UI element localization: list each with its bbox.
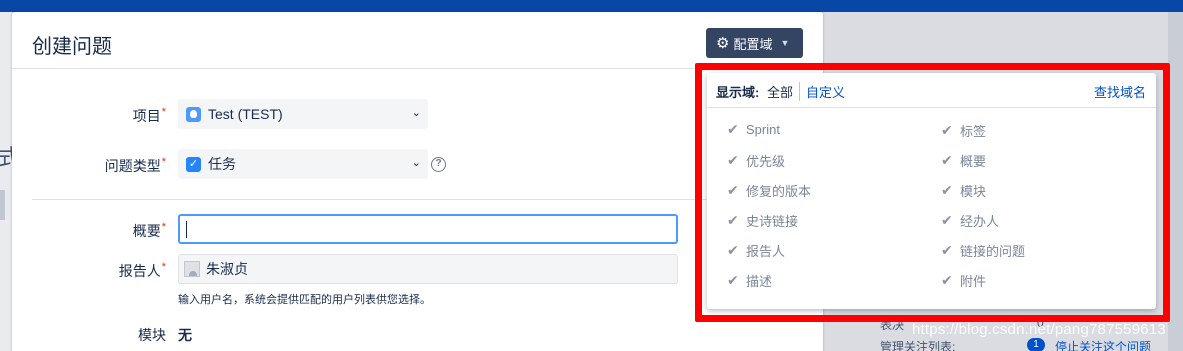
checkmark-icon: ✔: [941, 212, 953, 228]
checkmark-icon: ✔: [727, 212, 739, 228]
text-cursor: [186, 221, 187, 238]
required-mark: *: [161, 261, 166, 273]
field-checkbox-attachment[interactable]: ✔ 附件: [941, 271, 986, 290]
field-checkbox-description[interactable]: ✔ 描述: [727, 271, 772, 290]
field-checkbox-label: 描述: [746, 274, 773, 289]
dialog-title: 创建问题: [32, 36, 112, 58]
field-checkbox-label: 模块: [960, 184, 987, 199]
background-scroll-strip: [1168, 12, 1183, 351]
issue-type-select[interactable]: ✓ 任务 ⌄: [178, 149, 428, 179]
chevron-down-icon: ⌄: [411, 157, 421, 169]
project-select[interactable]: Test (TEST) ⌄: [178, 99, 428, 129]
field-checkbox-label: 史诗链接: [746, 214, 799, 229]
chevron-down-icon: ▼: [780, 38, 790, 48]
project-select-value: Test (TEST): [208, 106, 283, 122]
field-checkbox-label: 标签: [960, 124, 987, 139]
summary-input[interactable]: [178, 214, 678, 244]
checkmark-icon: ✔: [727, 182, 739, 198]
field-checkbox-label: 报告人: [746, 244, 786, 259]
field-checkbox-label: 概要: [960, 154, 987, 169]
popup-header: 显示域: 全部 自定义 查找域名: [707, 73, 1156, 108]
reporter-label: 报告人*: [46, 261, 166, 281]
required-mark: *: [161, 106, 166, 118]
checkmark-icon: ✔: [941, 152, 953, 168]
form-divider: [32, 199, 803, 200]
project-avatar-icon: [186, 106, 201, 122]
help-icon[interactable]: ?: [431, 157, 446, 172]
reporter-label-text: 报告人: [118, 263, 161, 279]
background-left-panel: 式: [0, 12, 20, 351]
required-mark: *: [161, 156, 166, 168]
checkmark-icon: ✔: [727, 121, 739, 137]
required-mark: *: [161, 221, 166, 233]
configure-fields-button[interactable]: ⚙ 配置域 ▼: [706, 28, 803, 58]
component-value: 无: [178, 327, 192, 343]
issue-type-select-value: 任务: [208, 156, 236, 172]
checkmark-icon: ✔: [727, 272, 739, 288]
field-checkbox-component[interactable]: ✔ 模块: [941, 181, 986, 200]
create-issue-dialog: 创建问题 ⚙ 配置域 ▼ 项目* Test (TEST) ⌄ 问题类型* ✓ 任…: [12, 12, 823, 351]
field-checkbox-label: 附件: [960, 274, 987, 289]
field-checkbox-linked-issues[interactable]: ✔ 链接的问题: [941, 241, 1025, 260]
chevron-down-icon: ⌄: [411, 107, 421, 119]
field-checkbox-labels[interactable]: ✔ 标签: [941, 121, 986, 140]
project-label-text: 项目: [132, 108, 161, 124]
field-checkbox-assignee[interactable]: ✔ 经办人: [941, 211, 999, 230]
show-all-option[interactable]: 全部: [767, 82, 801, 101]
reporter-hint: 输入用户名，系统会提供匹配的用户列表供您选择。: [178, 294, 431, 306]
field-checkbox-reporter[interactable]: ✔ 报告人: [727, 241, 785, 260]
custom-option-link[interactable]: 自定义: [806, 82, 845, 101]
checkmark-icon: ✔: [941, 182, 953, 198]
field-checkbox-label: Sprint: [746, 122, 780, 137]
summary-label: 概要*: [46, 221, 166, 241]
task-check-icon: ✓: [186, 156, 201, 172]
checkmark-icon: ✔: [941, 272, 953, 288]
checkmark-icon: ✔: [941, 122, 953, 138]
reporter-value: 朱淑贞: [206, 261, 248, 277]
field-checkbox-fix-version[interactable]: ✔ 修复的版本: [727, 181, 811, 200]
stop-watching-link[interactable]: 停止关注这个问题: [1055, 338, 1151, 351]
field-checkbox-label: 经办人: [960, 214, 1000, 229]
field-checkbox-label: 修复的版本: [746, 184, 812, 199]
summary-label-text: 概要: [132, 223, 161, 239]
field-checkbox-sprint[interactable]: ✔ Sprint: [727, 121, 780, 138]
find-field-link[interactable]: 查找域名: [1094, 82, 1146, 101]
gear-icon: ⚙: [716, 34, 730, 52]
field-checkbox-label: 优先级: [746, 154, 786, 169]
checkmark-icon: ✔: [727, 152, 739, 168]
field-checkbox-label: 链接的问题: [960, 244, 1026, 259]
field-checkbox-epic-link[interactable]: ✔ 史诗链接: [727, 211, 798, 230]
avatar: [184, 261, 200, 277]
component-label: 模块: [46, 325, 166, 345]
dialog-header: 创建问题 ⚙ 配置域 ▼: [12, 12, 823, 69]
issue-type-label-text: 问题类型: [104, 158, 161, 174]
component-label-text: 模块: [138, 327, 166, 343]
reporter-picker[interactable]: 朱淑贞: [178, 254, 678, 284]
configure-fields-label: 配置域: [733, 36, 773, 52]
background-left-box: [0, 190, 5, 220]
field-checkbox-summary[interactable]: ✔ 概要: [941, 151, 986, 170]
top-navigation-bar: [0, 0, 1183, 12]
checkmark-icon: ✔: [941, 242, 953, 258]
show-fields-label: 显示域:: [716, 85, 760, 100]
field-checkbox-priority[interactable]: ✔ 优先级: [727, 151, 785, 170]
watermark: https://blog.csdn.net/pang787559613: [912, 321, 1166, 338]
checkmark-icon: ✔: [727, 242, 739, 258]
project-label: 项目*: [46, 106, 166, 126]
field-config-popup: 显示域: 全部 自定义 查找域名 ✔ Sprint ✔ 优先级 ✔ 修复的版本 ✔ 史诗…: [707, 73, 1156, 309]
background-watchers-label: 管理关注列表:: [880, 340, 956, 351]
watchers-count-badge: 1: [1027, 338, 1045, 351]
issue-type-label: 问题类型*: [46, 156, 166, 176]
background-votes-label: 表决: [880, 318, 905, 332]
